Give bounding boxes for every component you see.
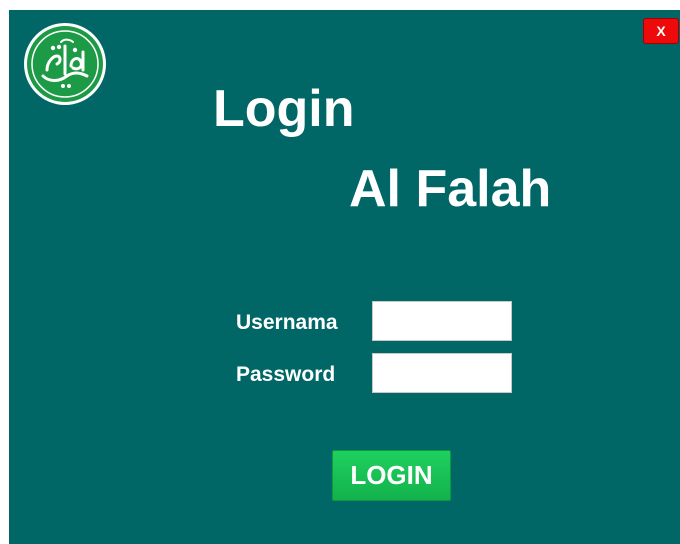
app-name: Al Falah xyxy=(349,160,552,218)
password-label: Password xyxy=(236,363,336,386)
username-input[interactable] xyxy=(372,301,512,341)
username-label: Usernama xyxy=(236,311,338,334)
close-button[interactable]: X xyxy=(643,18,679,44)
password-input[interactable] xyxy=(372,353,512,393)
page-title: Login xyxy=(213,80,355,138)
login-button[interactable]: LOGIN xyxy=(332,450,451,501)
login-window: X Login Al Falah Usernama Password LOGIN xyxy=(9,10,680,544)
quran-logo-icon xyxy=(23,22,107,106)
